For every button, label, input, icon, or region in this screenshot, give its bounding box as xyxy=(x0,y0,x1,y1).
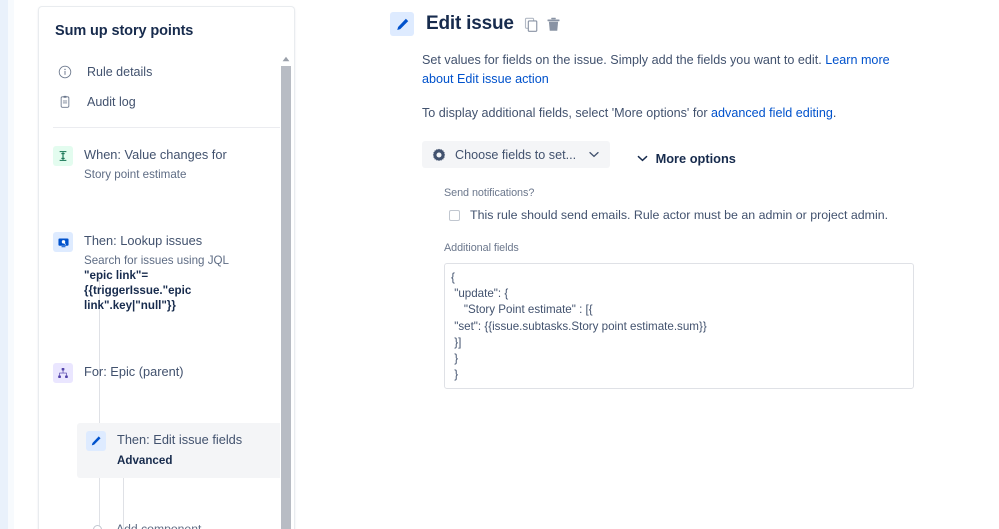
choose-fields-button[interactable]: Choose fields to set... xyxy=(422,141,611,168)
json-line: "Story Point estimate" : [{ xyxy=(451,303,593,317)
more-options-toggle[interactable]: More options xyxy=(637,151,736,166)
action-description-2-suffix: . xyxy=(832,106,837,120)
branch-icon xyxy=(53,363,73,383)
send-notifications-checkbox-label: This rule should send emails. Rule actor… xyxy=(470,208,889,222)
scrollbar-up-arrow[interactable] xyxy=(280,53,291,64)
json-line: "update": { xyxy=(451,287,509,301)
action-description-1-text: Set values for fields on the issue. Simp… xyxy=(422,53,826,67)
json-line: { xyxy=(451,271,455,284)
rule-component-body: When: Value changes for Story point esti… xyxy=(84,146,227,182)
left-edge-strip-inner xyxy=(8,0,14,529)
rule-component-title: Then: Edit issue fields xyxy=(117,432,243,447)
scrollbar-thumb[interactable] xyxy=(281,66,291,529)
action-description-1: Set values for fields on the issue. Simp… xyxy=(422,51,922,89)
rule-component-title: Then: Lookup issues xyxy=(84,233,203,248)
add-component-dot-icon xyxy=(93,524,102,529)
sidebar-item-audit-log[interactable]: Audit log xyxy=(39,87,296,117)
json-line: } xyxy=(451,368,459,382)
rule-component-title: When: Value changes for xyxy=(84,147,227,162)
copy-icon[interactable] xyxy=(523,16,540,33)
tree-connector-line xyxy=(99,280,100,529)
sidebar-item-label: Rule details xyxy=(87,65,153,79)
sidebar-item-rule-details[interactable]: Rule details xyxy=(39,57,296,87)
chevron-down-icon xyxy=(589,151,599,158)
rule-component-when-value-changes[interactable]: When: Value changes for Story point esti… xyxy=(39,146,296,182)
add-component-button[interactable]: Add component xyxy=(39,522,296,529)
rule-component-edit-issue-fields[interactable]: Then: Edit issue fields Advanced xyxy=(77,423,286,478)
action-title: Edit issue xyxy=(426,13,514,34)
rule-scroll-area[interactable]: Rule details Audit log When: Value chang… xyxy=(39,51,296,529)
rule-component-lookup-issues[interactable]: Then: Lookup issues Search for issues us… xyxy=(39,232,296,313)
info-circle-icon xyxy=(57,64,73,80)
sidebar-item-label: Audit log xyxy=(87,95,136,109)
pencil-icon xyxy=(390,12,414,36)
rule-components-tree: When: Value changes for Story point esti… xyxy=(39,128,296,529)
chevron-down-icon xyxy=(637,155,648,162)
more-options-label: More options xyxy=(655,150,736,166)
json-line: } xyxy=(451,352,459,366)
clipboard-icon xyxy=(57,94,73,110)
send-notifications-checkbox[interactable] xyxy=(449,210,460,221)
action-description-2: To display additional fields, select 'Mo… xyxy=(422,104,922,123)
action-detail-panel: Edit issue Set values for fields on the … xyxy=(390,0,999,529)
additional-fields-input[interactable]: { "update": { "Story Point estimate" : [… xyxy=(444,263,914,389)
rule-component-jql: "epic link"={{triggerIssue."epic link".k… xyxy=(84,269,192,312)
rule-component-subtitle: Advanced xyxy=(117,454,173,467)
add-component-label: Add component xyxy=(116,522,202,529)
left-edge-strip xyxy=(0,0,8,529)
advanced-field-editing-link[interactable]: advanced field editing xyxy=(711,106,833,120)
additional-fields-label: Additional fields xyxy=(444,242,519,254)
pencil-icon xyxy=(86,431,106,451)
rule-component-for-epic-parent[interactable]: For: Epic (parent) xyxy=(39,363,296,383)
send-notifications-label: Send notifications? xyxy=(444,187,535,199)
rule-component-body: Then: Lookup issues Search for issues us… xyxy=(84,232,254,313)
automation-rule-editor: Sum up story points Rule details Audit l… xyxy=(0,0,999,529)
rule-component-subtitle: Search for issues using JQL xyxy=(84,254,229,267)
rule-nav-list: Rule details Audit log xyxy=(39,51,296,117)
action-description-2-text: To display additional fields, select 'Mo… xyxy=(422,106,712,120)
rule-component-subtitle: Story point estimate xyxy=(84,168,187,181)
page-title: Sum up story points xyxy=(55,23,194,39)
gear-icon xyxy=(432,148,446,162)
json-line: }] xyxy=(451,335,462,349)
rule-component-title: For: Epic (parent) xyxy=(84,364,184,379)
json-line: "set": {{issue.subtasks.Story point esti… xyxy=(451,319,707,333)
detail-header: Edit issue xyxy=(390,0,999,36)
choose-fields-button-label: Choose fields to set... xyxy=(455,147,577,162)
rule-panel: Sum up story points Rule details Audit l… xyxy=(38,6,295,529)
lookup-issues-icon xyxy=(53,232,73,252)
rule-component-body: For: Epic (parent) xyxy=(84,363,184,381)
trigger-icon xyxy=(53,146,73,166)
trash-icon[interactable] xyxy=(545,16,562,33)
rule-component-body: Then: Edit issue fields Advanced xyxy=(117,431,242,468)
send-notifications-row[interactable]: This rule should send emails. Rule actor… xyxy=(449,208,999,223)
